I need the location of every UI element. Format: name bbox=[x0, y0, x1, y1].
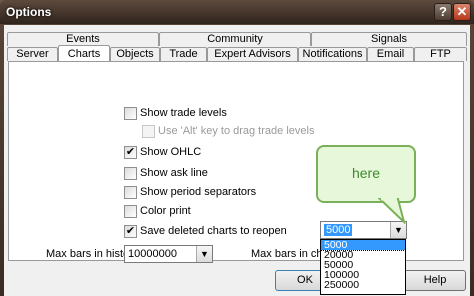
tab-notifications[interactable]: Notifications bbox=[298, 47, 367, 61]
checkbox[interactable] bbox=[124, 167, 137, 180]
option-label: Color print bbox=[140, 205, 191, 217]
option-label: Use 'Alt' key to drag trade levels bbox=[158, 125, 315, 137]
tab-events[interactable]: Events bbox=[7, 32, 159, 46]
max-bars-history-select[interactable]: 10000000 ▼ bbox=[124, 245, 213, 263]
options-dialog: Options ? ✕ Events Community Signals Ser… bbox=[0, 0, 474, 296]
tab-server[interactable]: Server bbox=[7, 47, 58, 61]
checkbox[interactable] bbox=[124, 107, 137, 120]
option-label: Show trade levels bbox=[140, 107, 227, 119]
checkbox[interactable]: ✔ bbox=[124, 146, 137, 159]
checkbox[interactable]: ✔ bbox=[124, 225, 137, 238]
dropdown-option[interactable]: 250000 bbox=[321, 280, 405, 291]
tab-expert-advisors[interactable]: Expert Advisors bbox=[207, 47, 298, 61]
select-value: 5000 bbox=[324, 224, 353, 236]
tab-charts[interactable]: Charts bbox=[58, 45, 110, 61]
tab-ftp[interactable]: FTP bbox=[414, 47, 467, 61]
callout-text: here bbox=[351, 165, 381, 181]
tab-objects[interactable]: Objects bbox=[110, 47, 160, 61]
close-icon[interactable]: ✕ bbox=[453, 3, 471, 21]
select-value: 10000000 bbox=[128, 248, 177, 260]
title-bar[interactable]: Options ? ✕ bbox=[0, 0, 474, 24]
help-icon[interactable]: ? bbox=[434, 3, 452, 21]
help-button[interactable]: Help bbox=[404, 270, 466, 291]
tab-signals[interactable]: Signals bbox=[311, 32, 467, 46]
checkbox[interactable] bbox=[124, 186, 137, 199]
window-title: Options bbox=[6, 5, 52, 19]
tab-email[interactable]: Email bbox=[367, 47, 414, 61]
max-bars-chart-dropdown[interactable]: 5000 20000 50000 100000 250000 bbox=[320, 239, 406, 295]
option-label: Show ask line bbox=[140, 167, 208, 179]
tab-community[interactable]: Community bbox=[159, 32, 311, 46]
checkbox[interactable] bbox=[124, 205, 137, 218]
option-label: Show OHLC bbox=[140, 146, 202, 158]
option-label: Show period separators bbox=[140, 186, 257, 198]
tab-trade[interactable]: Trade bbox=[160, 47, 207, 61]
callout-pointer-icon bbox=[378, 198, 406, 224]
checkbox bbox=[142, 125, 155, 138]
callout-bubble: here bbox=[316, 145, 416, 203]
chevron-down-icon[interactable]: ▼ bbox=[390, 222, 406, 238]
option-label: Save deleted charts to reopen bbox=[140, 225, 287, 237]
chevron-down-icon[interactable]: ▼ bbox=[196, 246, 212, 262]
